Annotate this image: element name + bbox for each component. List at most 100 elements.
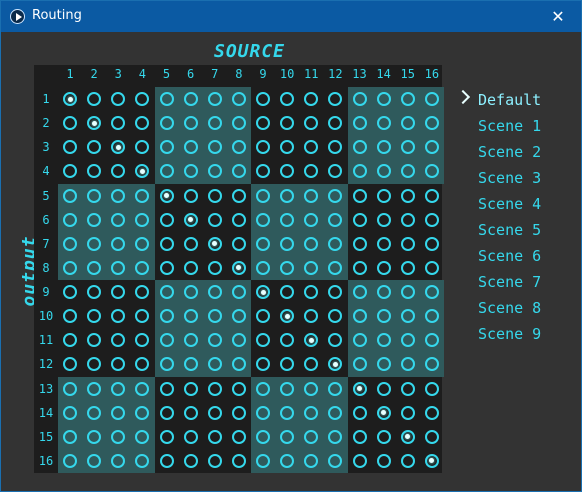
- route-radio[interactable]: [63, 212, 77, 227]
- route-radio[interactable]: [183, 285, 198, 299]
- route-radio[interactable]: [63, 116, 77, 131]
- route-radio[interactable]: [111, 116, 126, 131]
- route-radio[interactable]: [135, 309, 150, 324]
- route-radio[interactable]: [63, 357, 77, 372]
- route-radio[interactable]: [207, 285, 222, 299]
- route-radio[interactable]: [159, 116, 174, 131]
- route-radio[interactable]: [256, 188, 270, 203]
- route-radio[interactable]: [87, 92, 102, 106]
- route-radio[interactable]: [376, 140, 391, 155]
- route-radio[interactable]: [63, 188, 77, 203]
- route-radio-selected[interactable]: [159, 188, 174, 203]
- route-radio[interactable]: [400, 285, 415, 299]
- route-radio[interactable]: [135, 333, 150, 348]
- route-radio[interactable]: [400, 236, 415, 251]
- route-radio-selected[interactable]: [207, 236, 222, 251]
- route-radio[interactable]: [280, 236, 295, 251]
- route-radio[interactable]: [256, 140, 270, 155]
- route-radio[interactable]: [159, 92, 174, 106]
- route-radio[interactable]: [183, 236, 198, 251]
- scene-item[interactable]: Scene 6: [457, 245, 577, 271]
- route-radio[interactable]: [207, 92, 222, 106]
- route-radio[interactable]: [280, 429, 295, 444]
- route-radio[interactable]: [183, 188, 198, 203]
- route-radio[interactable]: [376, 188, 391, 203]
- route-radio[interactable]: [352, 164, 367, 179]
- scene-item[interactable]: Scene 4: [457, 193, 577, 219]
- route-radio[interactable]: [63, 140, 77, 155]
- route-radio[interactable]: [63, 236, 77, 251]
- route-radio[interactable]: [352, 453, 367, 468]
- route-radio[interactable]: [63, 405, 77, 420]
- route-radio[interactable]: [207, 429, 222, 444]
- route-radio[interactable]: [63, 285, 77, 299]
- scene-item[interactable]: Scene 9: [457, 323, 577, 349]
- route-radio[interactable]: [328, 212, 343, 227]
- route-radio[interactable]: [111, 164, 126, 179]
- route-radio[interactable]: [400, 453, 415, 468]
- route-radio[interactable]: [231, 212, 246, 227]
- route-radio[interactable]: [352, 405, 367, 420]
- route-radio[interactable]: [376, 164, 391, 179]
- route-radio[interactable]: [352, 285, 367, 299]
- route-radio[interactable]: [87, 212, 102, 227]
- route-radio[interactable]: [256, 309, 270, 324]
- route-radio[interactable]: [63, 429, 77, 444]
- route-radio[interactable]: [376, 429, 391, 444]
- route-radio[interactable]: [111, 285, 126, 299]
- scene-item[interactable]: Scene 8: [457, 297, 577, 323]
- route-radio[interactable]: [231, 381, 246, 396]
- route-radio-selected[interactable]: [183, 212, 198, 227]
- route-radio[interactable]: [87, 453, 102, 468]
- route-radio[interactable]: [183, 333, 198, 348]
- route-radio[interactable]: [111, 333, 126, 348]
- route-radio[interactable]: [63, 381, 77, 396]
- route-radio[interactable]: [135, 381, 150, 396]
- route-radio[interactable]: [207, 333, 222, 348]
- route-radio[interactable]: [135, 188, 150, 203]
- route-radio[interactable]: [352, 236, 367, 251]
- route-radio[interactable]: [159, 357, 174, 372]
- route-radio[interactable]: [231, 92, 246, 106]
- route-radio[interactable]: [87, 429, 102, 444]
- route-radio[interactable]: [256, 260, 270, 275]
- route-radio[interactable]: [352, 429, 367, 444]
- route-radio[interactable]: [87, 285, 102, 299]
- route-radio[interactable]: [256, 92, 270, 106]
- route-radio[interactable]: [424, 405, 439, 420]
- route-radio[interactable]: [63, 333, 77, 348]
- route-radio[interactable]: [87, 236, 102, 251]
- route-radio[interactable]: [280, 212, 295, 227]
- route-radio[interactable]: [231, 405, 246, 420]
- route-radio[interactable]: [256, 236, 270, 251]
- route-radio[interactable]: [424, 429, 439, 444]
- route-radio[interactable]: [135, 405, 150, 420]
- route-radio[interactable]: [352, 140, 367, 155]
- route-radio[interactable]: [376, 357, 391, 372]
- route-radio[interactable]: [111, 381, 126, 396]
- route-radio[interactable]: [207, 381, 222, 396]
- route-radio[interactable]: [159, 164, 174, 179]
- route-radio[interactable]: [400, 188, 415, 203]
- route-radio[interactable]: [159, 429, 174, 444]
- route-radio[interactable]: [400, 333, 415, 348]
- route-radio-selected[interactable]: [87, 116, 102, 131]
- route-radio[interactable]: [183, 116, 198, 131]
- route-radio[interactable]: [352, 357, 367, 372]
- route-radio[interactable]: [256, 212, 270, 227]
- route-radio[interactable]: [256, 381, 270, 396]
- route-radio[interactable]: [231, 116, 246, 131]
- route-radio[interactable]: [256, 116, 270, 131]
- route-radio[interactable]: [304, 285, 319, 299]
- route-radio[interactable]: [424, 116, 439, 131]
- route-radio[interactable]: [256, 333, 270, 348]
- route-radio[interactable]: [352, 212, 367, 227]
- route-radio-selected[interactable]: [63, 92, 77, 106]
- route-radio[interactable]: [159, 236, 174, 251]
- route-radio[interactable]: [231, 236, 246, 251]
- route-radio[interactable]: [207, 405, 222, 420]
- route-radio[interactable]: [207, 453, 222, 468]
- route-radio[interactable]: [111, 92, 126, 106]
- route-radio-selected[interactable]: [231, 260, 246, 275]
- route-radio[interactable]: [183, 92, 198, 106]
